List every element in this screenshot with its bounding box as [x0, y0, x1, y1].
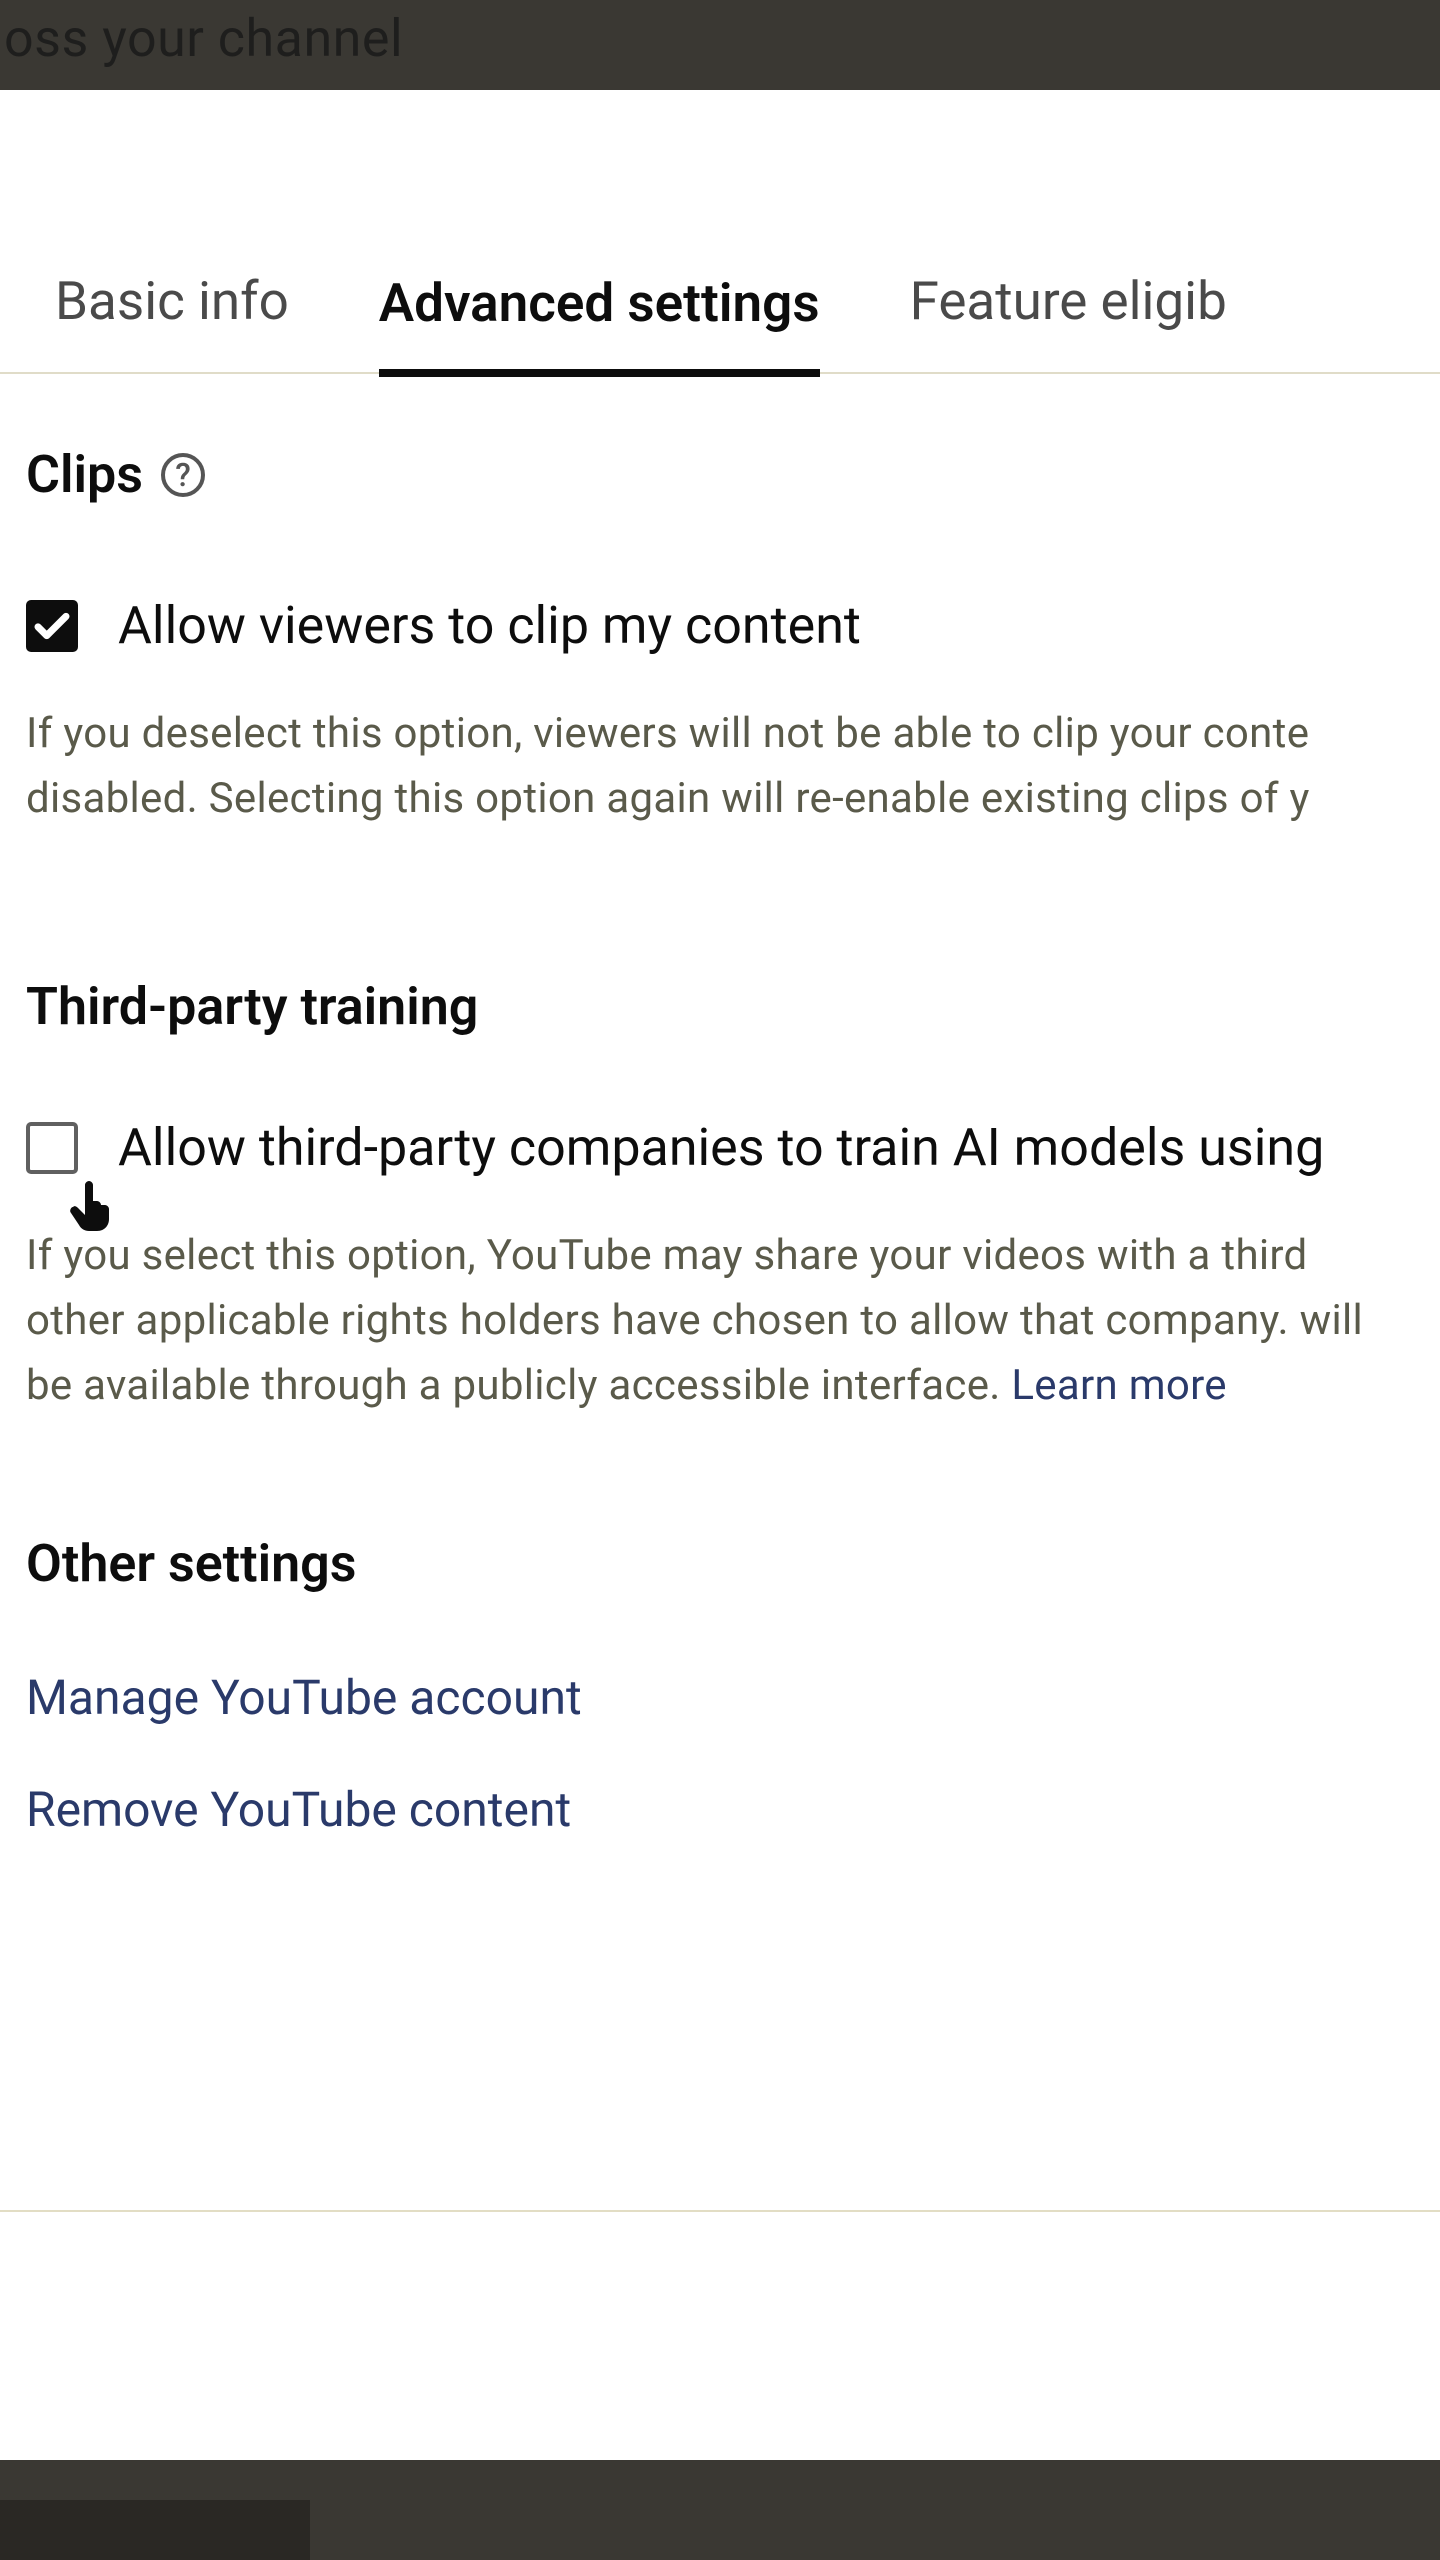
tabs-bar: Basic info Advanced settings Feature eli… — [0, 90, 1440, 374]
tab-basic-info[interactable]: Basic info — [55, 270, 289, 372]
banner-fragment: oss your channel — [0, 0, 407, 77]
footer-fragment — [0, 2500, 310, 2560]
third-party-checkbox[interactable] — [26, 1122, 78, 1174]
remove-content-link[interactable]: Remove YouTube content — [26, 1781, 1414, 1838]
clips-help-text: If you deselect this option, viewers wil… — [26, 701, 1414, 831]
settings-panel: Basic info Advanced settings Feature eli… — [0, 90, 1440, 2460]
tab-advanced-settings[interactable]: Advanced settings — [379, 272, 820, 377]
third-party-checkbox-label: Allow third-party companies to train AI … — [118, 1117, 1324, 1178]
learn-more-link[interactable]: Learn more — [1011, 1361, 1226, 1410]
third-party-title: Third-party training — [26, 976, 1414, 1037]
tab-feature-eligibility[interactable]: Feature eligib — [910, 270, 1227, 372]
third-party-help-text: If you select this option, YouTube may s… — [26, 1223, 1414, 1418]
manage-account-link[interactable]: Manage YouTube account — [26, 1669, 1414, 1726]
clips-checkbox[interactable] — [26, 600, 78, 652]
other-settings-title: Other settings — [26, 1533, 1414, 1594]
clips-checkbox-label: Allow viewers to clip my content — [118, 595, 861, 656]
divider — [0, 2210, 1440, 2212]
help-icon[interactable]: ? — [161, 453, 205, 497]
clips-title: Clips — [26, 444, 143, 505]
